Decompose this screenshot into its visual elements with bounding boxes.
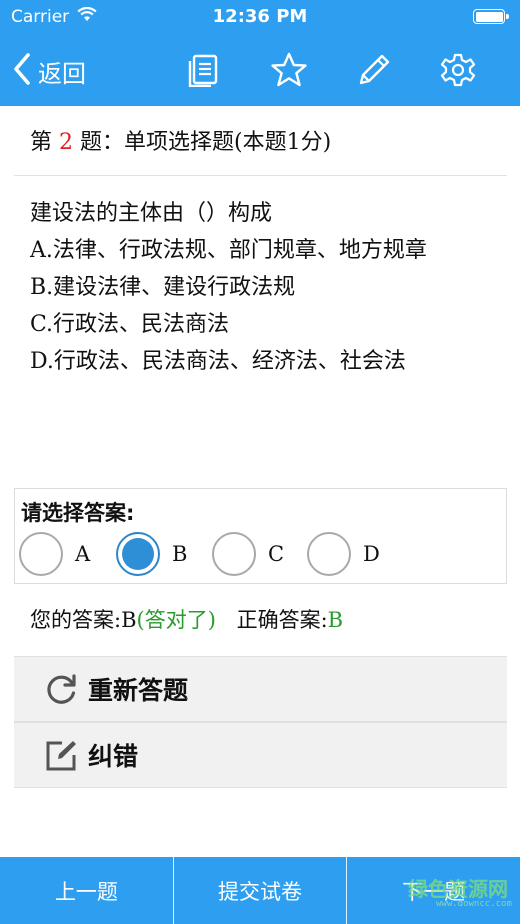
choice-b[interactable]: B	[116, 530, 187, 578]
answer-selector-title: 请选择答案:	[21, 501, 135, 525]
choice-a-label: A	[75, 542, 91, 566]
question-type: 题：单项选择题(本题1分)	[80, 130, 332, 155]
question-header: 第 2 题：单项选择题(本题1分)	[30, 124, 331, 156]
radio-a[interactable]	[19, 532, 63, 576]
your-answer-value: B	[121, 608, 137, 632]
bottom-separator	[172, 857, 174, 924]
back-button[interactable]: 返回	[12, 52, 86, 90]
option-c-text: C.行政法、民法商法	[30, 312, 230, 337]
question-number: 2	[59, 130, 74, 155]
correct-answer-label: 正确答案:	[236, 608, 328, 632]
chevron-left-icon	[12, 52, 32, 90]
header-divider	[14, 175, 507, 176]
pencil-icon[interactable]	[354, 50, 394, 90]
report-error-button[interactable]: 纠错	[14, 722, 507, 788]
document-icon[interactable]	[184, 50, 224, 90]
choice-b-label: B	[172, 542, 188, 566]
refresh-icon	[44, 673, 78, 707]
answer-verdict: (答对了)	[136, 608, 216, 632]
choice-d[interactable]: D	[307, 530, 380, 578]
top-bar: Carrier 12:36 PM 返回	[0, 0, 520, 106]
question-stem: 建设法的主体由（）构成	[30, 201, 273, 226]
retry-button[interactable]: 重新答题	[14, 656, 507, 722]
question-body: 建设法的主体由（）构成 A.法律、行政法规、部门规章、地方规章 B.建设法律、建…	[30, 195, 490, 380]
answer-selector: 请选择答案: A B C D	[14, 488, 507, 584]
radio-b[interactable]	[116, 532, 160, 576]
choice-d-label: D	[363, 542, 380, 566]
status-time: 12:36 PM	[212, 6, 308, 27]
battery-icon	[473, 9, 509, 24]
edit-box-icon	[44, 739, 78, 773]
correct-answer-value: B	[327, 608, 344, 632]
submit-exam-button[interactable]: 提交试卷	[174, 857, 347, 924]
gear-icon[interactable]	[438, 50, 478, 90]
radio-d[interactable]	[307, 532, 351, 576]
choice-c[interactable]: C	[212, 530, 284, 578]
status-bar: Carrier 12:36 PM	[0, 0, 520, 36]
back-label: 返回	[38, 59, 86, 88]
question-prefix: 第	[30, 130, 53, 155]
option-d-text: D.行政法、民法商法、经济法、社会法	[30, 349, 406, 374]
report-error-label: 纠错	[88, 742, 139, 771]
option-a-text: A.法律、行政法规、部门规章、地方规章	[30, 238, 427, 263]
choice-c-label: C	[268, 542, 285, 566]
next-question-button[interactable]: 下一题	[347, 857, 520, 924]
prev-question-button[interactable]: 上一题	[0, 857, 173, 924]
bottom-separator	[346, 857, 348, 924]
retry-label: 重新答题	[88, 676, 189, 705]
choice-a[interactable]: A	[19, 530, 90, 578]
answer-result: 您的答案:B(答对了) 正确答案:B	[30, 604, 343, 634]
radio-c[interactable]	[212, 532, 256, 576]
option-b-text: B.建设法律、建设行政法规	[30, 275, 296, 300]
bottom-bar: 上一题 提交试卷 下一题	[0, 857, 520, 924]
your-answer-label: 您的答案:	[30, 608, 122, 632]
nav-bar: 返回	[0, 36, 520, 106]
star-icon[interactable]	[269, 50, 309, 90]
